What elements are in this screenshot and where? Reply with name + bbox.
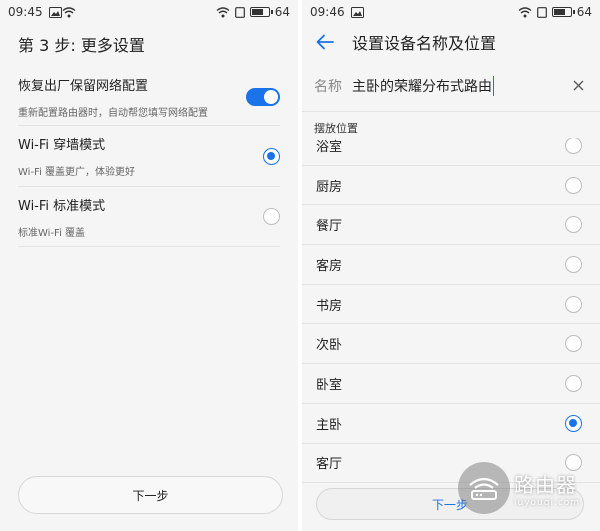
- setting-wifi-wall-penetration-mode[interactable]: Wi-Fi 穿墙模式 Wi-Fi 覆盖更广，体验更好: [18, 126, 280, 187]
- location-radio[interactable]: [565, 414, 582, 432]
- back-arrow-icon[interactable]: [314, 31, 336, 53]
- watermark-subtext: luyouqi.com: [514, 497, 581, 508]
- clear-icon[interactable]: [568, 76, 588, 96]
- location-label: 厨房: [316, 179, 343, 195]
- battery-icon: [551, 7, 575, 17]
- wifi-icon: [62, 6, 76, 18]
- device-name-field[interactable]: 名称 主卧的荣耀分布式路由: [302, 60, 600, 112]
- location-radio[interactable]: [565, 176, 582, 194]
- wifi-signal-icon: [518, 6, 532, 18]
- setting-description: 标准Wi-Fi 覆盖: [18, 227, 86, 239]
- location-item-bathroom[interactable]: 浴室: [302, 138, 600, 166]
- title-bar: 设置设备名称及位置: [302, 24, 600, 60]
- page-title: 第 3 步: 更多设置: [18, 36, 145, 55]
- location-radio[interactable]: [565, 255, 582, 273]
- watermark: 路由器 luyouqi.com: [458, 462, 580, 514]
- screen-rotation-icon: [536, 6, 547, 18]
- status-time: 09:46: [310, 5, 345, 19]
- battery-level: 64: [274, 5, 290, 19]
- title-bar: 第 3 步: 更多设置: [0, 24, 298, 64]
- page-title: 设置设备名称及位置: [352, 34, 497, 53]
- setting-factory-reset-keep-network[interactable]: 恢复出厂保留网络配置 重新配置路由器时，自动帮您填写网络配置: [18, 64, 280, 126]
- status-bar: 09:46 64: [302, 0, 600, 24]
- status-bar: 09:45 64: [0, 0, 298, 24]
- setting-description: 重新配置路由器时，自动帮您填写网络配置: [18, 107, 208, 119]
- photo-notification-icon: [48, 6, 62, 18]
- location-label: 客厅: [316, 457, 343, 473]
- keep-network-toggle[interactable]: [246, 87, 280, 106]
- location-item-guest-room[interactable]: 客房: [302, 245, 600, 285]
- screen-rotation-icon: [234, 6, 245, 18]
- location-item-kitchen[interactable]: 厨房: [302, 166, 600, 206]
- setting-label: Wi-Fi 标准模式: [18, 198, 106, 214]
- location-label: 浴室: [316, 139, 343, 155]
- location-item-master-bedroom[interactable]: 主卧: [302, 404, 600, 444]
- location-radio[interactable]: [565, 138, 582, 154]
- setting-label: 恢复出厂保留网络配置: [18, 78, 149, 94]
- standard-mode-radio[interactable]: [263, 208, 280, 225]
- setting-label: Wi-Fi 穿墙模式: [18, 138, 106, 153]
- location-radio[interactable]: [565, 216, 582, 234]
- location-label: 餐厅: [316, 219, 343, 235]
- router-logo-icon: [458, 462, 510, 514]
- settings-list: 恢复出厂保留网络配置 重新配置路由器时，自动帮您填写网络配置 Wi-Fi 穿墙模…: [0, 64, 298, 247]
- wifi-signal-icon: [216, 6, 230, 18]
- watermark-text: 路由器: [514, 472, 577, 497]
- device-name-input[interactable]: 主卧的荣耀分布式路由: [352, 75, 494, 96]
- next-button[interactable]: 下一步: [18, 476, 283, 514]
- location-radio[interactable]: [565, 374, 582, 392]
- left-screen: 09:45 64 第 3 步: 更多设置 恢复出厂保留网络配置 重新配置路由器时…: [0, 0, 298, 531]
- placement-section-header: 摆放位置: [314, 122, 358, 135]
- wall-penetration-radio[interactable]: [263, 147, 280, 165]
- location-label: 书房: [316, 298, 343, 314]
- location-item-second-bedroom[interactable]: 次卧: [302, 324, 600, 365]
- location-label: 主卧: [316, 417, 343, 433]
- battery-icon: [249, 7, 273, 17]
- setting-description: Wi-Fi 覆盖更广，体验更好: [18, 167, 136, 178]
- location-label: 卧室: [316, 377, 343, 393]
- location-item-study[interactable]: 书房: [302, 285, 600, 325]
- location-radio[interactable]: [565, 295, 582, 313]
- photo-notification-icon: [350, 6, 364, 18]
- battery-level: 64: [576, 5, 592, 19]
- name-label: 名称: [314, 78, 342, 95]
- right-screen: 09:46 64 设置设备名称及位置 名称 主卧的荣耀分布式路由 摆放位置 浴室…: [302, 0, 600, 531]
- setting-wifi-standard-mode[interactable]: Wi-Fi 标准模式 标准Wi-Fi 覆盖: [18, 187, 280, 247]
- location-item-dining-room[interactable]: 餐厅: [302, 205, 600, 246]
- location-list[interactable]: 浴室 厨房 餐厅 客房 书房 次卧 卧室 主卧 客厅: [302, 138, 600, 503]
- location-radio[interactable]: [565, 335, 582, 353]
- location-item-bedroom[interactable]: 卧室: [302, 364, 600, 404]
- location-label: 次卧: [316, 338, 343, 354]
- location-label: 客房: [316, 258, 343, 274]
- status-time: 09:45: [8, 5, 43, 19]
